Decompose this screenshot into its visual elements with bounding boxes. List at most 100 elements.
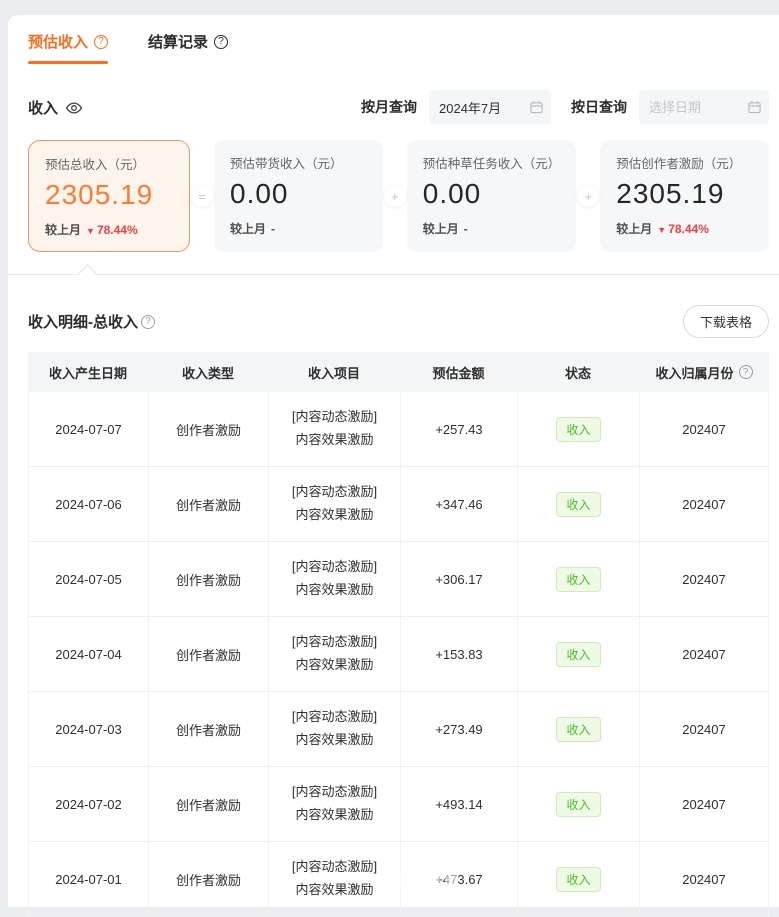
down-trend-icon (86, 223, 97, 237)
compare-label: 较上月 (45, 221, 81, 238)
equals-icon: = (191, 185, 213, 207)
cell-project: [内容动态激励]内容效果激励 (269, 467, 401, 541)
card-value: 0.00 (423, 178, 561, 210)
cell-month: 202407 (640, 617, 768, 691)
cell-project: [内容动态激励]内容效果激励 (269, 767, 401, 841)
card-seeding-task-income[interactable]: 预估种草任务收入（元） 0.00 较上月 - (407, 140, 577, 252)
cell-project: [内容动态激励]内容效果激励 (269, 392, 401, 466)
cell-month: 202407 (640, 842, 768, 916)
status-badge: 收入 (556, 867, 600, 892)
operator: = (190, 140, 214, 252)
income-text: 收入 (28, 97, 58, 118)
cell-amount: +473.67 (401, 842, 518, 916)
plus-icon: + (384, 185, 406, 207)
col-income-type: 收入类型 (148, 352, 268, 392)
cell-date: 2024-07-06 (29, 467, 149, 541)
delta-value: 78.44% (657, 222, 709, 236)
cell-date: 2024-07-07 (29, 392, 149, 466)
card-label: 预估总收入（元） (45, 154, 173, 173)
compare-label: 较上月 (230, 220, 266, 237)
tab-estimated-income[interactable]: 预估收入 (28, 31, 108, 64)
table-row: 2024-07-04创作者激励[内容动态激励]内容效果激励+153.83收入20… (29, 617, 768, 692)
status-badge: 收入 (556, 417, 600, 442)
card-total-income[interactable]: 预估总收入（元） 2305.19 较上月 78.44% (28, 140, 190, 252)
cell-date: 2024-07-03 (29, 692, 149, 766)
compare-label: 较上月 (423, 220, 459, 237)
cell-amount: +153.83 (401, 617, 518, 691)
delta-value: - (271, 222, 275, 236)
cell-project: [内容动态激励]内容效果激励 (269, 842, 401, 916)
col-estimated-amount: 预估金额 (400, 352, 517, 392)
tab-settlement-records[interactable]: 结算记录 (148, 31, 228, 64)
cell-type: 创作者激励 (149, 692, 269, 766)
download-table-button[interactable]: 下载表格 (683, 305, 769, 338)
calendar-icon (748, 101, 761, 114)
status-badge: 收入 (556, 717, 600, 742)
down-trend-icon (657, 222, 668, 236)
card-value: 0.00 (230, 178, 367, 210)
stat-cards: 预估总收入（元） 2305.19 较上月 78.44% = 预估带货收入（元） … (8, 124, 779, 252)
content-card: 预估收入 结算记录 收入 按月查询 (8, 15, 779, 907)
cell-month: 202407 (640, 392, 768, 466)
cell-amount: +347.46 (401, 467, 518, 541)
card-compare: 较上月 78.44% (45, 221, 173, 238)
income-section-label: 收入 (28, 97, 83, 118)
cell-type: 创作者激励 (149, 542, 269, 616)
help-icon[interactable] (214, 35, 228, 49)
col-income-project: 收入项目 (268, 352, 400, 392)
col-income-date: 收入产生日期 (28, 352, 148, 392)
cell-status: 收入 (518, 542, 640, 616)
cell-project: [内容动态激励]内容效果激励 (269, 542, 401, 616)
card-label: 预估种草任务收入（元） (423, 153, 561, 172)
cell-amount: +306.17 (401, 542, 518, 616)
col-income-month-label: 收入归属月份 (655, 363, 733, 382)
table-row: 2024-07-06创作者激励[内容动态激励]内容效果激励+347.46收入20… (29, 467, 768, 542)
tab-label: 结算记录 (148, 31, 208, 52)
operator: + (383, 140, 407, 252)
status-badge: 收入 (556, 792, 600, 817)
help-icon[interactable] (141, 315, 155, 329)
table-row: 2024-07-07创作者激励[内容动态激励]内容效果激励+257.43收入20… (29, 392, 768, 467)
cell-amount: +273.49 (401, 692, 518, 766)
date-filters: 按月查询 按日查询 (361, 90, 769, 124)
cell-date: 2024-07-02 (29, 767, 149, 841)
delta-value: 78.44% (86, 223, 138, 237)
card-compare: 较上月 - (230, 220, 367, 237)
plus-icon: + (577, 185, 599, 207)
divider (8, 274, 779, 275)
table-row: 2024-07-05创作者激励[内容动态激励]内容效果激励+306.17 收入 20… (29, 542, 768, 617)
cell-type: 创作者激励 (149, 617, 269, 691)
help-icon[interactable] (739, 365, 753, 379)
cell-type: 创作者激励 (149, 392, 269, 466)
detail-title: 收入明细-总收入 (28, 311, 155, 332)
cell-type: 创作者激励 (149, 767, 269, 841)
cell-status: 收入 (518, 842, 640, 916)
eye-icon[interactable] (65, 101, 83, 115)
cell-status: 收入 (518, 767, 640, 841)
help-icon[interactable] (94, 35, 108, 49)
status-badge: 收入 (556, 567, 600, 592)
tab-label: 预估收入 (28, 31, 88, 52)
month-query-label: 按月查询 (361, 97, 417, 117)
cell-date: 2024-07-05 (29, 542, 149, 616)
card-label: 预估创作者激励（元） (616, 153, 753, 172)
card-compare: 较上月 - (423, 220, 561, 237)
month-picker (429, 90, 551, 124)
col-income-month: 收入归属月份 (639, 352, 769, 392)
card-creator-incentive[interactable]: 预估创作者激励（元） 2305.19 较上月 78.44% (600, 140, 769, 252)
cell-status: 收入 (518, 467, 640, 541)
income-table: 收入产生日期 收入类型 收入项目 预估金额 状态 收入归属月份 2024-07-… (28, 352, 769, 917)
cell-type: 创作者激励 (149, 467, 269, 541)
cell-month: 202407 (640, 542, 768, 616)
cell-month: 202407 (640, 692, 768, 766)
cell-status: 收入 (518, 617, 640, 691)
day-query-label: 按日查询 (571, 97, 627, 117)
card-compare: 较上月 78.44% (616, 220, 753, 237)
delta-value: - (464, 222, 468, 236)
cell-project: [内容动态激励]内容效果激励 (269, 617, 401, 691)
table-body: 2024-07-07创作者激励[内容动态激励]内容效果激励+257.43收入20… (28, 392, 769, 917)
card-label: 预估带货收入（元） (230, 153, 367, 172)
card-goods-income[interactable]: 预估带货收入（元） 0.00 较上月 - (214, 140, 383, 252)
status-badge: 收入 (556, 492, 600, 517)
table-header: 收入产生日期 收入类型 收入项目 预估金额 状态 收入归属月份 (28, 352, 769, 392)
